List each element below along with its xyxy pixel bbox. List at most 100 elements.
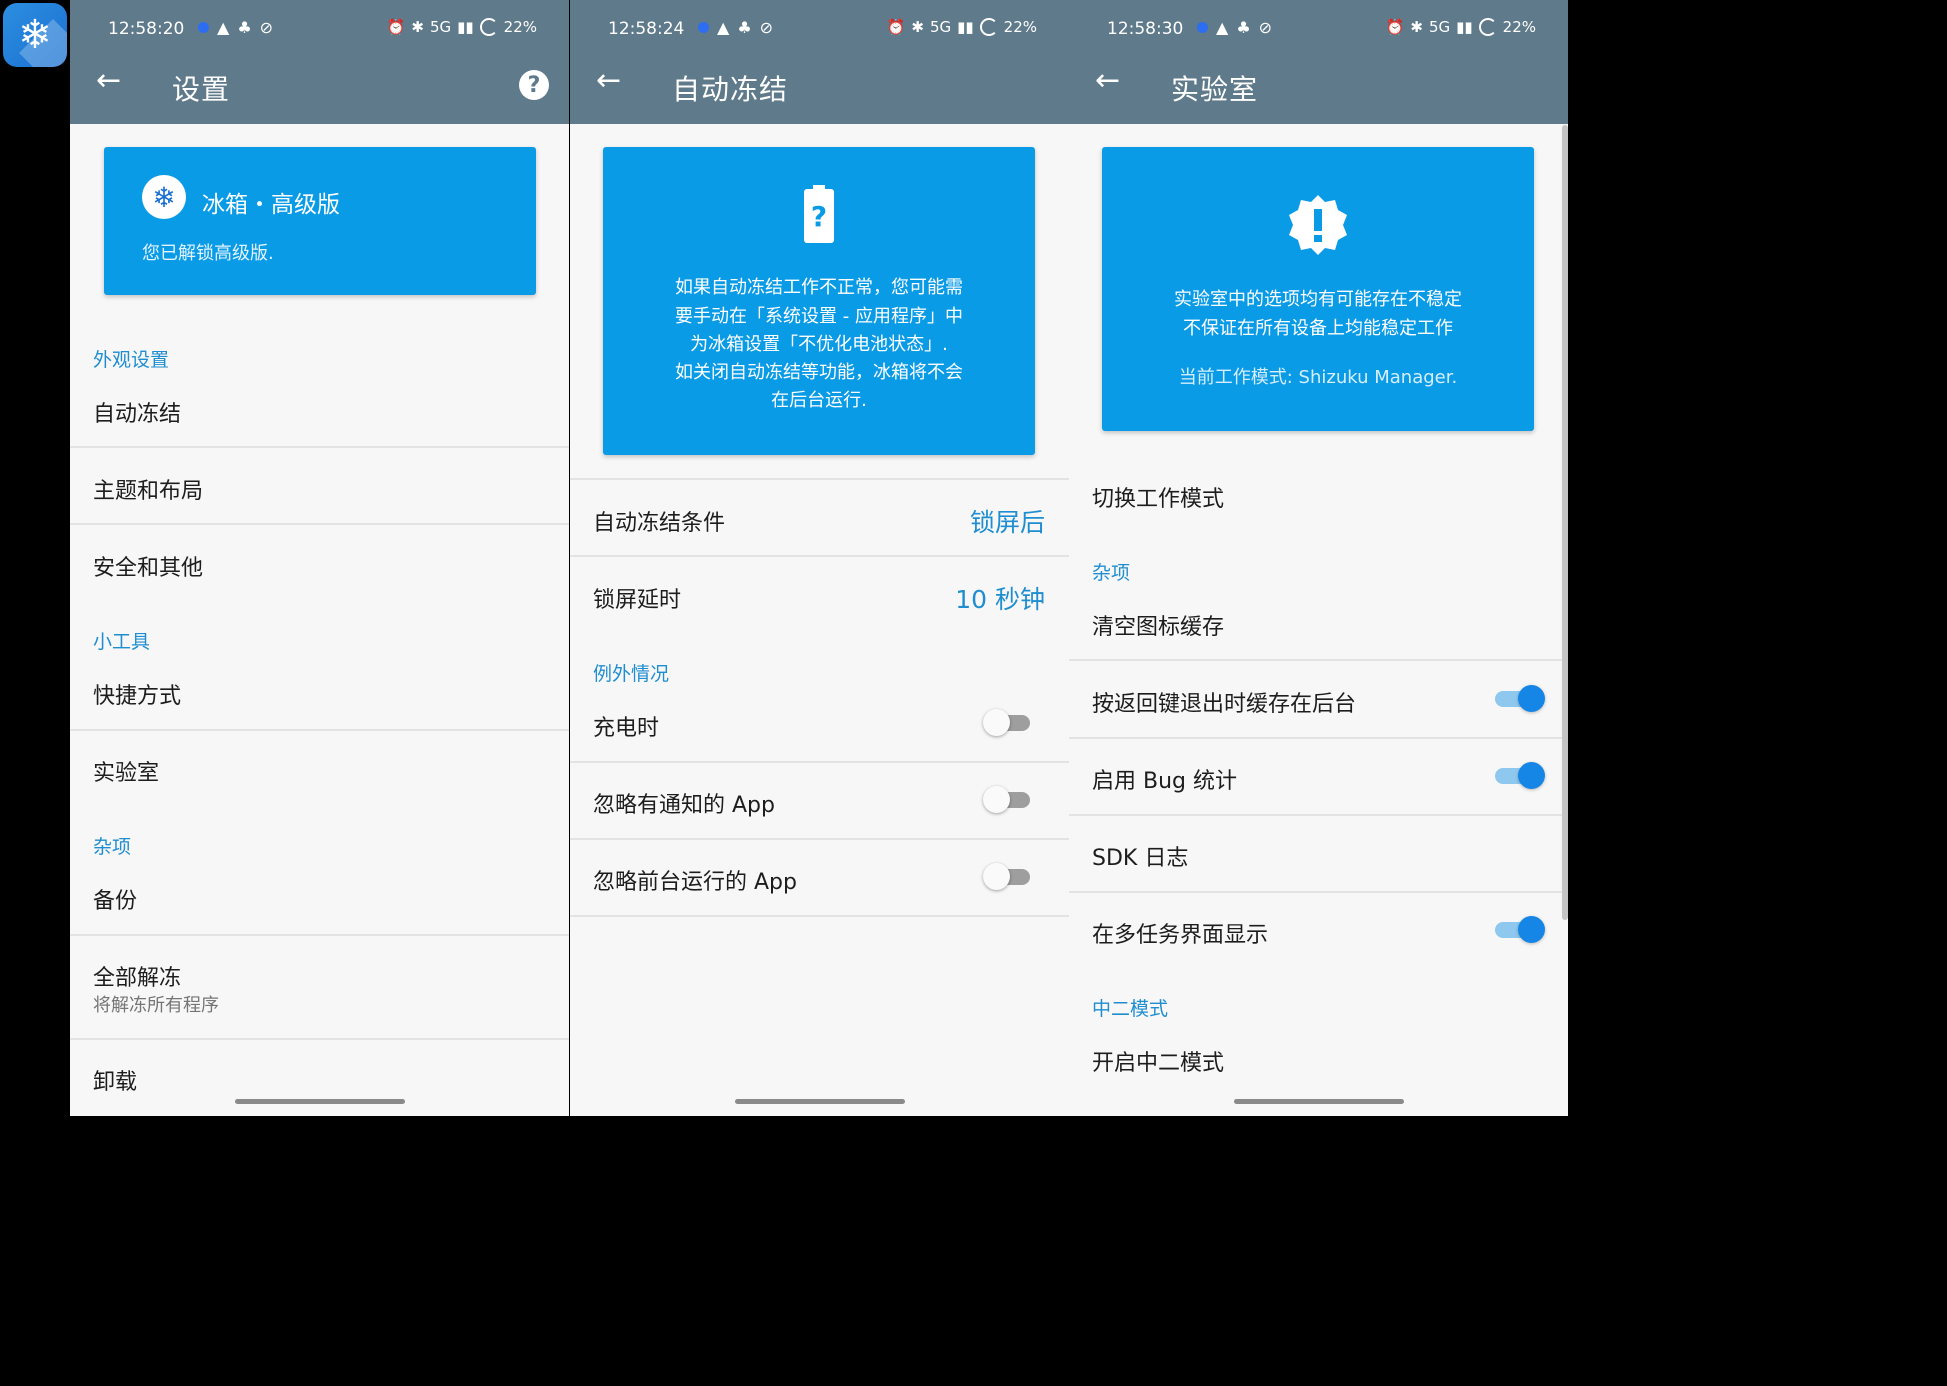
alarm-icon: ⏰ (386, 18, 406, 36)
help-icon[interactable]: ? (519, 70, 549, 100)
bluetooth-icon: ✱ (411, 18, 424, 36)
settings-screen: 12:58:20 ▲ ♣ ⊘ ⏰ ✱ 5G ▮▮ 22% ← 设置 ? ❄ 冰箱… (70, 0, 569, 1116)
item-chuuni-mode[interactable]: 开启中二模式 (1092, 1045, 1224, 1077)
toggle-ignore-foreground[interactable] (983, 863, 1032, 890)
battery-percent: 22% (1502, 18, 1536, 36)
item-uninstall[interactable]: 卸载 (93, 1064, 137, 1096)
divider (70, 1038, 569, 1040)
notification-dot-icon (198, 22, 209, 33)
toggle-back-cache-label: 按返回键退出时缓存在后台 (1092, 692, 1357, 717)
notification-dot-icon (698, 22, 709, 33)
status-time: 12:58:30 (1107, 19, 1184, 39)
toggle-bug-stats[interactable] (1495, 762, 1545, 789)
status-notification-icons: ▲ ♣ ⊘ (198, 18, 273, 37)
divider (570, 838, 1069, 840)
item-backup[interactable]: 备份 (93, 883, 137, 915)
android-icon: ♣ (737, 18, 752, 37)
divider (70, 729, 569, 731)
bluetooth-icon: ✱ (911, 18, 924, 36)
app-bar: ← 设置 ? (70, 46, 569, 124)
item-security-other[interactable]: 安全和其他 (93, 550, 203, 582)
app-launcher-icon[interactable]: ❄ (3, 3, 67, 67)
toggle-recents-label: 在多任务界面显示 (1092, 923, 1269, 948)
status-time: 12:58:20 (108, 19, 185, 39)
compass-icon: ⊘ (759, 18, 774, 37)
card-line: 要手动在「系统设置 - 应用程序」中 (675, 306, 963, 327)
scrollbar[interactable] (1562, 125, 1568, 920)
toggle-charging[interactable] (983, 709, 1032, 736)
warning-icon: ▲ (717, 18, 730, 37)
divider (1069, 814, 1568, 816)
card-line: 在后台运行. (771, 390, 867, 411)
divider (570, 915, 1069, 917)
item-sdk-log[interactable]: SDK 日志 (1092, 840, 1188, 872)
divider (570, 555, 1069, 557)
app-logo-icon: ❄ (142, 175, 186, 219)
back-arrow-icon[interactable]: ← (1095, 66, 1120, 96)
row-autofreeze-condition-label: 自动冻结条件 (593, 511, 726, 536)
section-misc: 杂项 (93, 836, 132, 858)
divider (70, 934, 569, 936)
lab-screen: 12:58:30 ▲ ♣ ⊘ ⏰ ✱ 5G ▮▮ 22% ← 实验室 实验室中的… (1069, 0, 1568, 1116)
section-chuuni: 中二模式 (1092, 998, 1169, 1020)
item-lab[interactable]: 实验室 (93, 755, 159, 787)
toggle-back-cache[interactable] (1495, 685, 1545, 712)
item-clear-icon-cache[interactable]: 清空图标缓存 (1092, 609, 1224, 641)
toggle-charging-label: 充电时 (593, 716, 660, 741)
back-arrow-icon[interactable]: ← (96, 66, 121, 96)
home-indicator[interactable] (1233, 1099, 1404, 1104)
home-indicator[interactable] (234, 1099, 405, 1104)
section-appearance: 外观设置 (93, 349, 170, 371)
status-notification-icons: ▲ ♣ ⊘ (698, 18, 773, 37)
warning-badge-icon (1289, 195, 1347, 255)
warning-icon: ▲ (1216, 18, 1229, 37)
signal-icon: 5G (1428, 18, 1451, 36)
autofreeze-screen: 12:58:24 ▲ ♣ ⊘ ⏰ ✱ 5G ▮▮ 22% ← 自动冻结 ? 如果… (570, 0, 1069, 1116)
row-lock-delay-label: 锁屏延时 (593, 588, 682, 613)
card-line: 实验室中的选项均有可能存在不稳定 (1174, 289, 1462, 310)
status-system-icons: ⏰ ✱ 5G ▮▮ 22% (887, 18, 1037, 36)
back-arrow-icon[interactable]: ← (596, 66, 621, 96)
page-title: 设置 (172, 73, 231, 106)
item-autofreeze[interactable]: 自动冻结 (93, 396, 181, 428)
status-system-icons: ⏰ ✱ 5G ▮▮ 22% (387, 18, 537, 36)
row-lock-delay-value: 10 秒钟 (955, 585, 1045, 614)
signal-icon: 5G (429, 18, 452, 36)
home-indicator[interactable] (734, 1099, 905, 1104)
divider (1069, 659, 1568, 661)
item-shortcuts[interactable]: 快捷方式 (93, 678, 181, 710)
status-notification-icons: ▲ ♣ ⊘ (1197, 18, 1272, 37)
compass-icon: ⊘ (1258, 18, 1273, 37)
battery-icon (979, 18, 998, 36)
app-bar: ← 实验室 (1069, 46, 1568, 124)
item-switch-mode[interactable]: 切换工作模式 (1092, 481, 1224, 513)
premium-card-title: 冰箱・高级版 (202, 192, 340, 218)
card-line: 不保证在所有设备上均能稳定工作 (1183, 318, 1453, 339)
divider (70, 523, 569, 525)
divider (570, 761, 1069, 763)
snowflake-icon: ❄ (18, 12, 52, 58)
warning-icon: ▲ (217, 18, 230, 37)
notification-dot-icon (1197, 22, 1208, 33)
toggle-ignore-notif[interactable] (983, 786, 1032, 813)
page-title: 实验室 (1171, 73, 1259, 106)
item-unfreeze-all[interactable]: 全部解冻 (93, 960, 181, 992)
status-bar: 12:58:24 ▲ ♣ ⊘ ⏰ ✱ 5G ▮▮ 22% (570, 0, 1069, 46)
alarm-icon: ⏰ (886, 18, 906, 36)
toggle-recents[interactable] (1495, 916, 1545, 943)
android-icon: ♣ (1236, 18, 1251, 37)
status-bar: 12:58:30 ▲ ♣ ⊘ ⏰ ✱ 5G ▮▮ 22% (1069, 0, 1568, 46)
card-line: 为冰箱设置「不优化电池状态」. (690, 334, 948, 355)
premium-card[interactable]: ❄ 冰箱・高级版 您已解锁高级版. (104, 147, 536, 295)
compass-icon: ⊘ (259, 18, 274, 37)
card-mode-line: 当前工作模式: Shizuku Manager. (1178, 367, 1458, 388)
app-bar: ← 自动冻结 (570, 46, 1069, 124)
item-unfreeze-all-subtitle: 将解冻所有程序 (93, 995, 219, 1016)
signal-icon: 5G (929, 18, 952, 36)
row-autofreeze-condition-value: 锁屏后 (969, 508, 1045, 537)
status-bar: 12:58:20 ▲ ♣ ⊘ ⏰ ✱ 5G ▮▮ 22% (70, 0, 569, 46)
battery-question-icon: ? (804, 185, 834, 243)
premium-card-subtitle: 您已解锁高级版. (142, 243, 274, 264)
section-exceptions: 例外情况 (593, 663, 670, 685)
item-theme-layout[interactable]: 主题和布局 (93, 473, 203, 505)
